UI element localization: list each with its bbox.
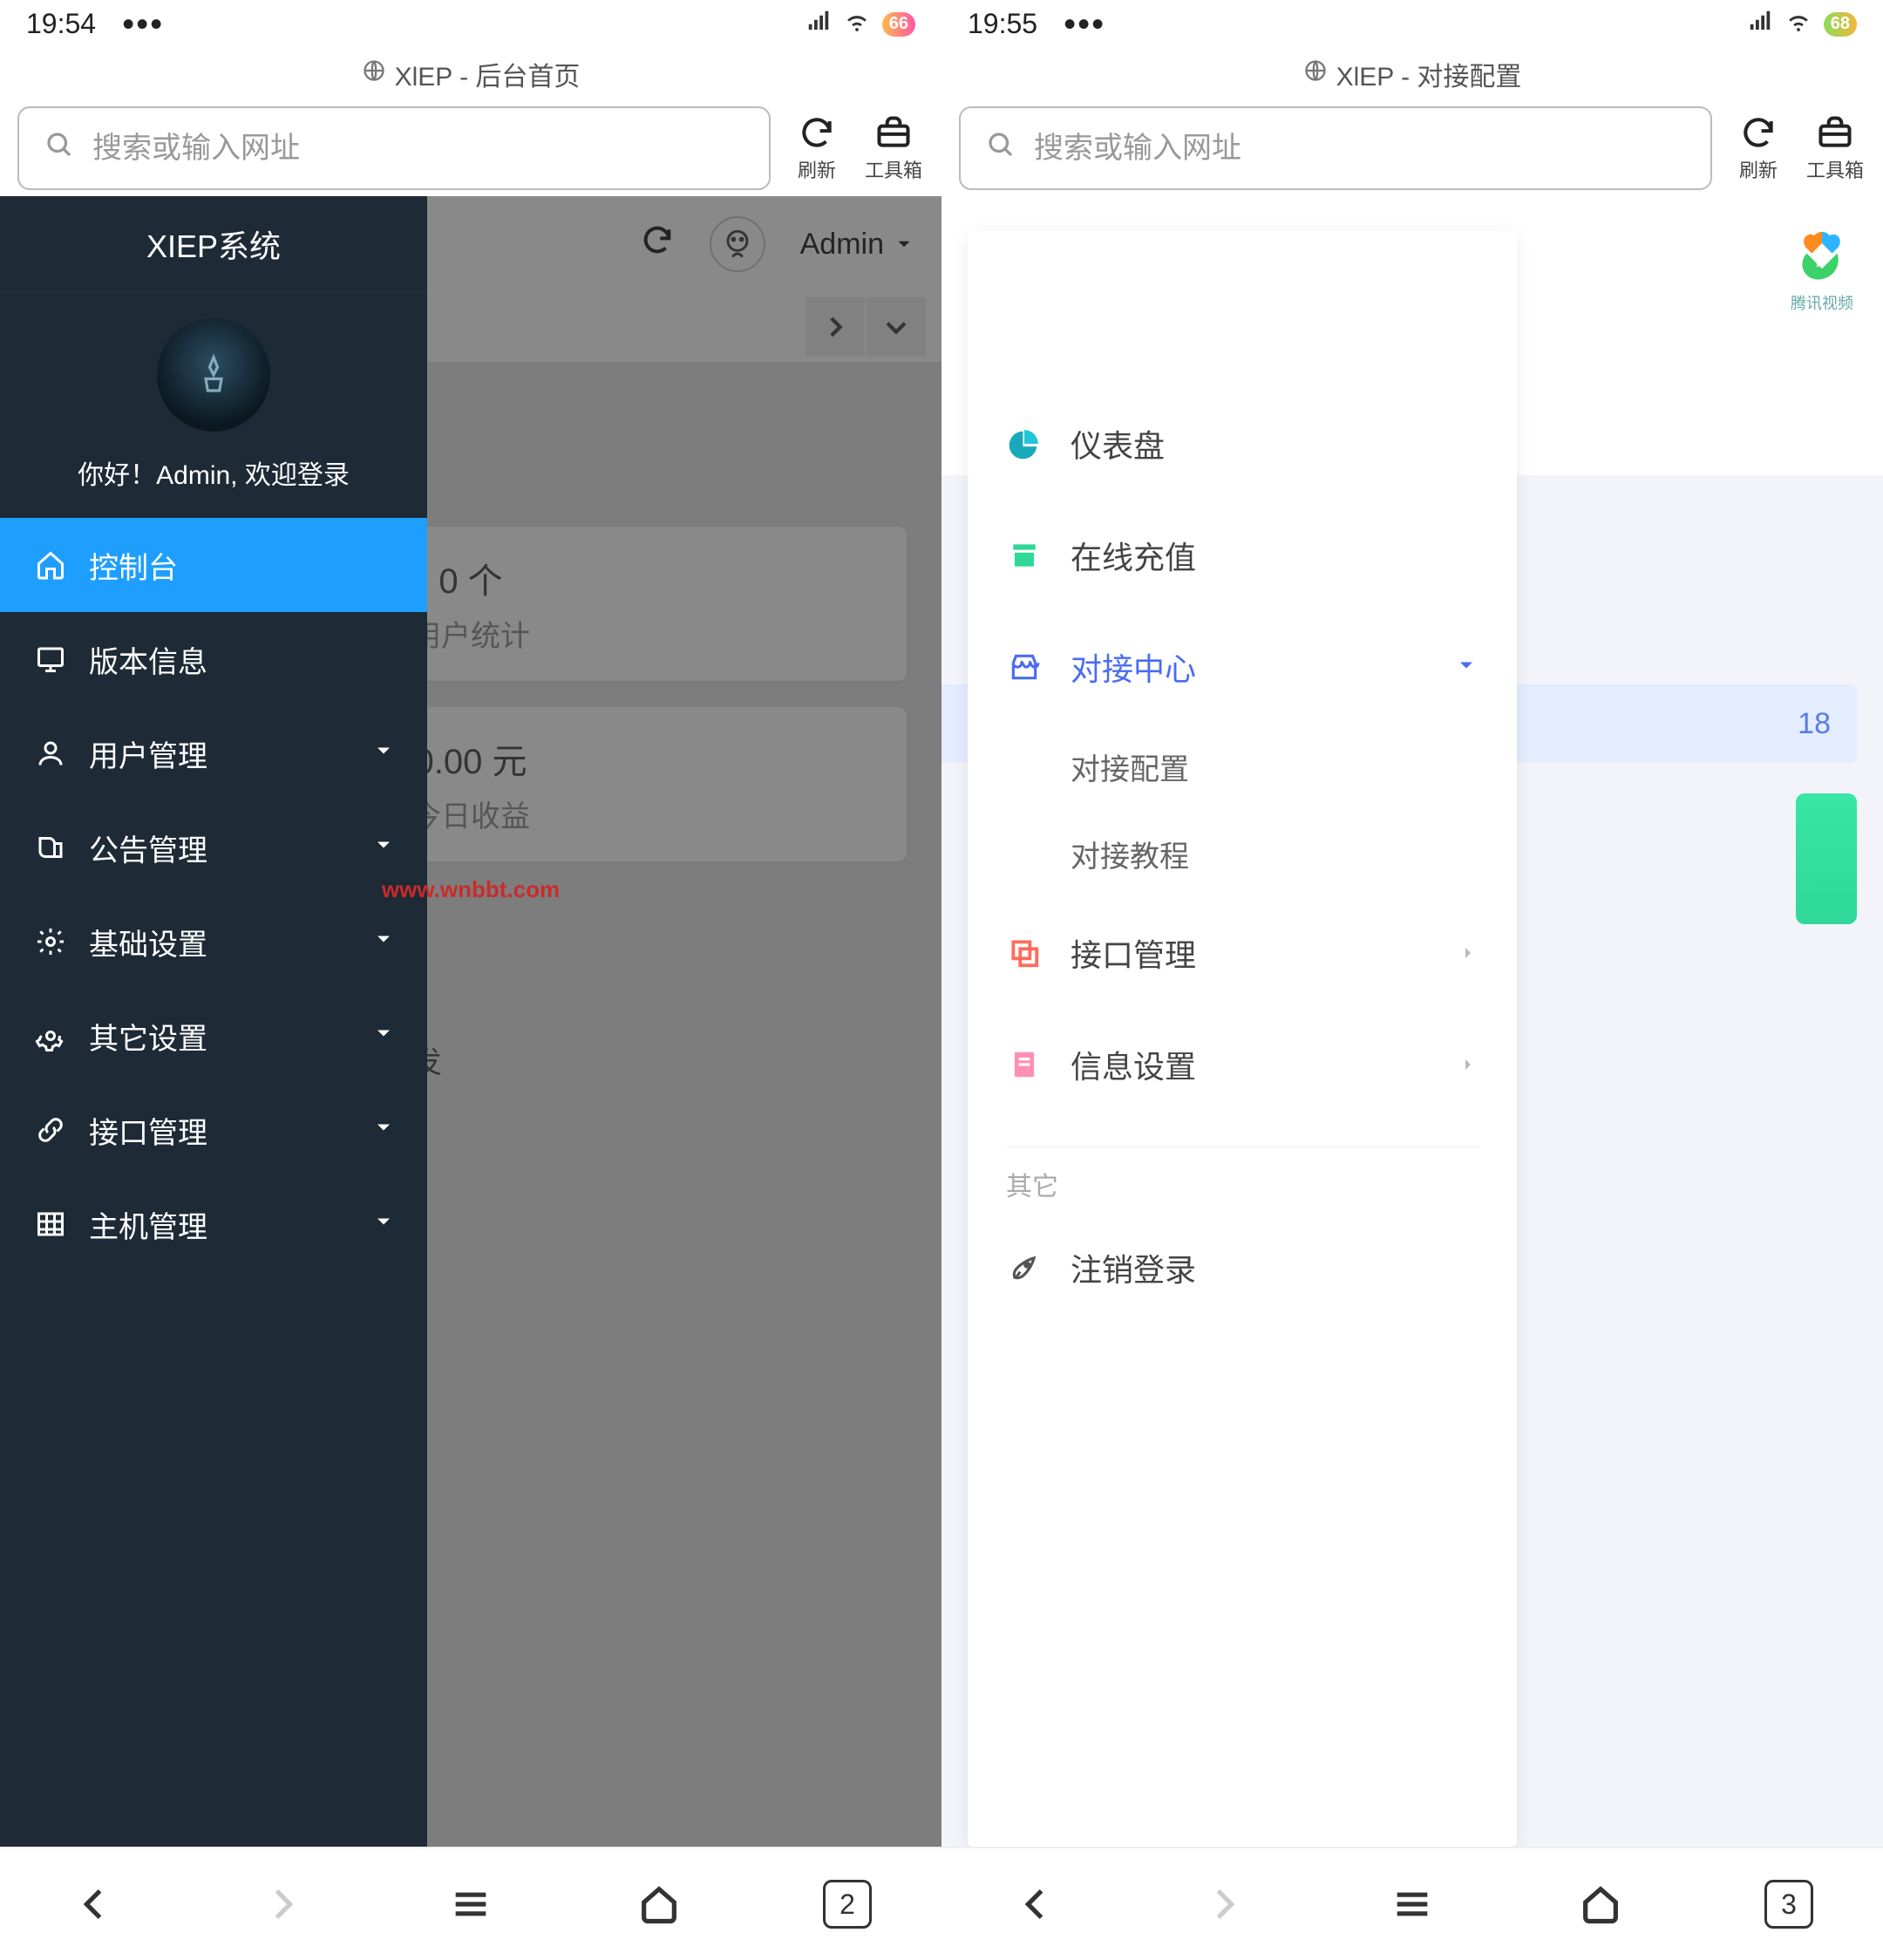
chevron-down-icon — [371, 1208, 396, 1242]
chevron-down-icon — [371, 1113, 396, 1147]
status-bar: 19:54 ••• 66 — [0, 0, 942, 48]
config-sidebar: 仪表盘 在线充值 对接中心 对接配置 对接教程 — [968, 231, 1517, 1847]
sidebar-greeting: 你好！Admin, 欢迎登录 — [0, 453, 427, 492]
tab-count: 2 — [823, 1880, 872, 1929]
chevron-down-icon — [371, 1019, 396, 1053]
refresh-button[interactable]: 刷新 — [786, 113, 847, 183]
reload-icon[interactable] — [640, 222, 675, 266]
right-pane: 19:55 ••• 68 XlEP - 对接配置 刷新 — [942, 0, 1883, 1960]
user-avatar[interactable] — [710, 216, 765, 272]
copy-icon — [1006, 935, 1043, 971]
nav-home[interactable] — [574, 1848, 744, 1960]
tab-count: 3 — [1764, 1880, 1813, 1929]
submenu-item-config[interactable]: 对接配置 — [968, 723, 1517, 810]
status-bar: 19:55 ••• 68 — [942, 0, 1883, 48]
sidebar-item-other[interactable]: 其它设置 — [0, 989, 427, 1083]
config-content: 1955 腾讯视频 18 仪表盘 在线充值 — [942, 196, 1883, 1847]
shop-icon — [1006, 537, 1043, 574]
nav-forward[interactable] — [198, 1848, 367, 1960]
chevron-down-icon — [371, 737, 396, 771]
nav-menu[interactable] — [386, 1848, 555, 1960]
sidebar-item-basic[interactable]: 基础设置 — [0, 895, 427, 989]
status-more-icon: ••• — [122, 7, 164, 42]
profile-avatar[interactable] — [157, 318, 270, 432]
nav-tabs[interactable]: 3 — [1704, 1848, 1873, 1960]
page-title-bar: XlEP - 对接配置 — [942, 48, 1883, 100]
pie-icon — [1006, 425, 1043, 462]
sidebar-brand: XIEP系统 — [0, 196, 427, 292]
wifi-icon — [844, 8, 870, 41]
sidebar-item-api[interactable]: 接口管理 — [0, 1083, 427, 1177]
nav-back[interactable] — [951, 1848, 1120, 1960]
left-pane: 19:54 ••• 66 XlEP - 后台首页 刷新 — [0, 0, 942, 1960]
search-icon — [985, 129, 1016, 168]
toolbox-button[interactable]: 工具箱 — [1805, 113, 1866, 183]
signal-icon — [1747, 8, 1773, 41]
user-menu[interactable]: Admin — [800, 228, 915, 262]
address-input[interactable] — [1034, 132, 1686, 166]
nav-home[interactable] — [1516, 1848, 1685, 1960]
submenu-item-tutorial[interactable]: 对接教程 — [968, 810, 1517, 897]
page-title: XlEP - 后台首页 — [395, 55, 581, 93]
battery-badge: 66 — [882, 12, 915, 37]
sidebar-item-version[interactable]: 版本信息 — [0, 612, 427, 706]
menu-item-recharge[interactable]: 在线充值 — [968, 500, 1517, 611]
page-title-bar: XlEP - 后台首页 — [0, 48, 942, 100]
address-bar[interactable] — [959, 106, 1712, 190]
nav-menu[interactable] — [1328, 1848, 1497, 1960]
wifi-icon — [1785, 8, 1812, 41]
expand-button[interactable] — [867, 297, 926, 357]
status-more-icon: ••• — [1064, 7, 1105, 42]
menu-item-dashboard[interactable]: 仪表盘 — [968, 388, 1517, 500]
store-icon — [1006, 649, 1043, 685]
sidebar-item-notice[interactable]: 公告管理 — [0, 800, 427, 895]
search-icon — [44, 129, 75, 168]
app-logo[interactable]: 腾讯视频 — [1778, 227, 1866, 314]
watermark: www.wnbbt.com — [382, 876, 560, 903]
address-input[interactable] — [92, 132, 744, 166]
browser-toolbar: 刷新 工具箱 — [942, 100, 1883, 196]
menu-item-logout[interactable]: 注销登录 — [968, 1212, 1517, 1324]
status-time: 19:55 — [968, 8, 1037, 40]
chevron-down-icon — [371, 831, 396, 865]
globe-icon — [362, 58, 386, 90]
menu-item-info[interactable]: 信息设置 — [968, 1009, 1517, 1120]
chevron-right-icon — [1458, 1046, 1479, 1083]
browser-bottom-nav: 2 — [0, 1847, 942, 1960]
browser-bottom-nav: 3 — [942, 1847, 1883, 1960]
sidebar-drawer: XIEP系统 你好！Admin, 欢迎登录 控制台 版本信息 — [0, 196, 427, 1847]
nav-back[interactable] — [10, 1848, 179, 1960]
chevron-right-icon — [1458, 935, 1479, 971]
globe-icon — [1303, 58, 1328, 90]
toolbox-button[interactable]: 工具箱 — [863, 113, 924, 183]
rocket-icon — [1006, 1249, 1043, 1286]
section-label: 其它 — [968, 1165, 1517, 1203]
doc-icon — [1006, 1046, 1043, 1083]
nav-tabs[interactable]: 2 — [763, 1848, 932, 1960]
address-bar[interactable] — [17, 106, 771, 190]
page-title: XlEP - 对接配置 — [1336, 55, 1522, 93]
nav-forward[interactable] — [1139, 1848, 1309, 1960]
chevron-down-icon — [1454, 649, 1479, 685]
action-button[interactable] — [1796, 793, 1857, 924]
battery-badge: 68 — [1824, 12, 1857, 37]
status-time: 19:54 — [26, 8, 96, 40]
menu-item-docking[interactable]: 对接中心 — [968, 611, 1517, 723]
sidebar-item-users[interactable]: 用户管理 — [0, 706, 427, 800]
sidebar-item-console[interactable]: 控制台 — [0, 518, 427, 612]
sidebar-menu: 控制台 版本信息 用户管理 公告管理 — [0, 518, 427, 1271]
next-button[interactable] — [806, 297, 865, 357]
refresh-button[interactable]: 刷新 — [1728, 113, 1789, 183]
chevron-down-icon — [371, 925, 396, 959]
browser-toolbar: 刷新 工具箱 — [0, 100, 942, 196]
signal-icon — [806, 8, 832, 41]
menu-item-api[interactable]: 接口管理 — [968, 897, 1517, 1009]
sidebar-profile: 你好！Admin, 欢迎登录 — [0, 292, 427, 518]
sidebar-item-host[interactable]: 主机管理 — [0, 1177, 427, 1271]
